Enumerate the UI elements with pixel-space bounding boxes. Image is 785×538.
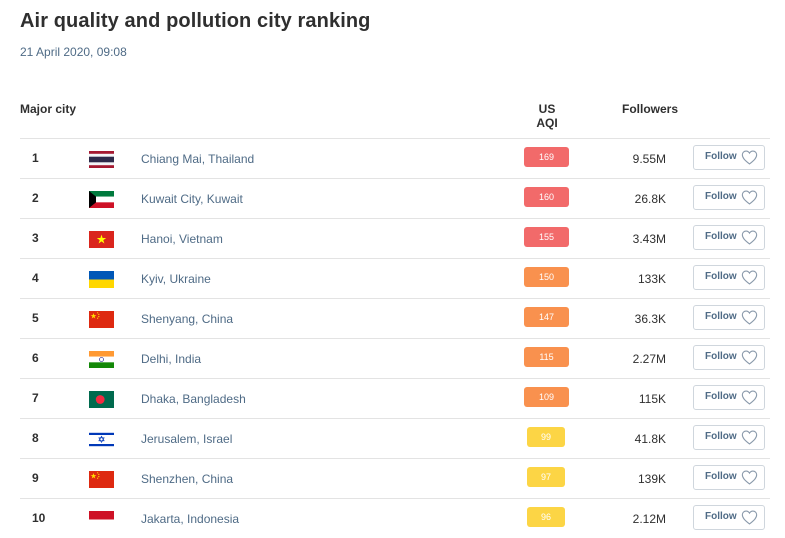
followers-count: 41.8K — [634, 432, 666, 446]
ranking-table-body: 1 Chiang Mai, Thailand 169 9.55M Follow 2 Kuwa… — [20, 139, 770, 538]
followers-count: 26.8K — [634, 192, 666, 206]
rank-number: 6 — [32, 351, 39, 365]
indonesia-flag-icon — [89, 511, 114, 528]
city-link[interactable]: Kyiv, Ukraine — [141, 272, 211, 286]
heart-icon — [741, 310, 758, 325]
table-row: 2 Kuwait City, Kuwait 160 26.8K Follow — [20, 179, 770, 219]
rank-number: 4 — [32, 271, 39, 285]
table-row: 9 Shenzhen, China 97 139K Follow — [20, 459, 770, 499]
heart-icon — [741, 350, 758, 365]
aqi-badge: 99 — [527, 427, 565, 447]
follow-label: Follow — [705, 311, 737, 322]
aqi-badge: 169 — [524, 147, 569, 167]
follow-label: Follow — [705, 271, 737, 282]
table-row: 1 Chiang Mai, Thailand 169 9.55M Follow — [20, 139, 770, 179]
heart-icon — [741, 430, 758, 445]
column-header-aqi[interactable]: US AQI — [527, 102, 567, 130]
follow-label: Follow — [705, 431, 737, 442]
follow-button[interactable]: Follow — [693, 305, 765, 330]
city-link[interactable]: Hanoi, Vietnam — [141, 232, 223, 246]
israel-flag-icon — [89, 431, 114, 448]
ukraine-flag-icon — [89, 271, 114, 288]
column-header-followers[interactable]: Followers — [620, 102, 680, 116]
city-link[interactable]: Kuwait City, Kuwait — [141, 192, 243, 206]
bangladesh-flag-icon — [89, 391, 114, 408]
column-header-city: Major city — [20, 102, 77, 116]
aqi-badge: 155 — [524, 227, 569, 247]
table-row: 8 Jerusalem, Israel 99 41.8K Follow — [20, 419, 770, 459]
rank-number: 10 — [32, 511, 46, 525]
table-row: 10 Jakarta, Indonesia 96 2.12M Follow — [20, 499, 770, 538]
city-link[interactable]: Dhaka, Bangladesh — [141, 392, 246, 406]
followers-count: 2.12M — [632, 512, 666, 526]
followers-count: 133K — [637, 272, 666, 286]
follow-label: Follow — [705, 151, 737, 162]
rank-number: 9 — [32, 471, 39, 485]
followers-count: 2.27M — [632, 352, 666, 366]
city-link[interactable]: Shenzhen, China — [141, 472, 233, 486]
rank-number: 3 — [32, 231, 39, 245]
follow-button[interactable]: Follow — [693, 185, 765, 210]
follow-button[interactable]: Follow — [693, 225, 765, 250]
followers-count: 139K — [637, 472, 666, 486]
heart-icon — [741, 150, 758, 165]
follow-label: Follow — [705, 471, 737, 482]
city-link[interactable]: Chiang Mai, Thailand — [141, 152, 254, 166]
table-header: Major city US AQI Followers — [20, 96, 770, 130]
aqi-badge: 160 — [524, 187, 569, 207]
followers-count: 9.55M — [632, 152, 666, 166]
followers-count: 3.43M — [632, 232, 666, 246]
heart-icon — [741, 230, 758, 245]
city-link[interactable]: Shenyang, China — [141, 312, 233, 326]
table-row: 4 Kyiv, Ukraine 150 133K Follow — [20, 259, 770, 299]
table-row: 6 Delhi, India 115 2.27M Follow — [20, 339, 770, 379]
kuwait-flag-icon — [89, 191, 114, 208]
rank-number: 2 — [32, 191, 39, 205]
follow-button[interactable]: Follow — [693, 145, 765, 170]
follow-button[interactable]: Follow — [693, 345, 765, 370]
rank-number: 1 — [32, 151, 39, 165]
follow-label: Follow — [705, 511, 737, 522]
table-row: 7 Dhaka, Bangladesh 109 115K Follow — [20, 379, 770, 419]
page-title: Air quality and pollution city ranking — [20, 10, 371, 32]
follow-button[interactable]: Follow — [693, 425, 765, 450]
heart-icon — [741, 190, 758, 205]
aqi-badge: 150 — [524, 267, 569, 287]
heart-icon — [741, 270, 758, 285]
table-row: 3 Hanoi, Vietnam 155 3.43M Follow — [20, 219, 770, 259]
india-flag-icon — [89, 351, 114, 368]
ranking-timestamp: 21 April 2020, 09:08 — [20, 45, 127, 59]
aqi-badge: 96 — [527, 507, 565, 527]
city-link[interactable]: Delhi, India — [141, 352, 201, 366]
city-link[interactable]: Jerusalem, Israel — [141, 432, 232, 446]
table-row: 5 Shenyang, China 147 36.3K Follow — [20, 299, 770, 339]
rank-number: 7 — [32, 391, 39, 405]
thailand-flag-icon — [89, 151, 114, 168]
follow-button[interactable]: Follow — [693, 265, 765, 290]
follow-button[interactable]: Follow — [693, 385, 765, 410]
aqi-badge: 109 — [524, 387, 569, 407]
vietnam-flag-icon — [89, 231, 114, 248]
heart-icon — [741, 470, 758, 485]
china-flag-icon — [89, 471, 114, 488]
follow-label: Follow — [705, 391, 737, 402]
rank-number: 8 — [32, 431, 39, 445]
aqi-badge: 147 — [524, 307, 569, 327]
rank-number: 5 — [32, 311, 39, 325]
follow-label: Follow — [705, 231, 737, 242]
heart-icon — [741, 510, 758, 525]
heart-icon — [741, 390, 758, 405]
followers-count: 115K — [638, 392, 666, 406]
follow-label: Follow — [705, 351, 737, 362]
city-link[interactable]: Jakarta, Indonesia — [141, 512, 239, 526]
china-flag-icon — [89, 311, 114, 328]
follow-button[interactable]: Follow — [693, 465, 765, 490]
follow-button[interactable]: Follow — [693, 505, 765, 530]
aqi-badge: 115 — [524, 347, 569, 367]
followers-count: 36.3K — [634, 312, 666, 326]
aqi-badge: 97 — [527, 467, 565, 487]
follow-label: Follow — [705, 191, 737, 202]
